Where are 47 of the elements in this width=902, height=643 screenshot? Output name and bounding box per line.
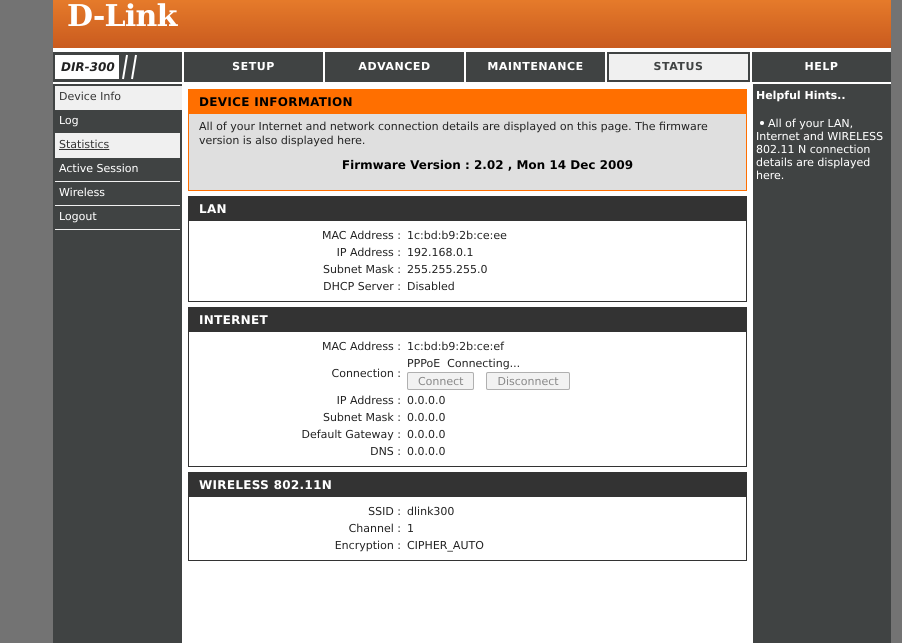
field-label: MAC Address :	[322, 228, 401, 244]
field-value: 1	[407, 521, 414, 537]
section-title: WIRELESS 802.11N	[189, 473, 746, 497]
field-label: DHCP Server :	[323, 279, 401, 295]
field-label: Connection :	[332, 366, 401, 382]
nav-tab[interactable]: STATUS	[607, 52, 750, 82]
field-value: 1c:bd:b9:2b:ce:ee	[407, 228, 507, 244]
field-label: Subnet Mask :	[322, 262, 401, 278]
field-label: Subnet Mask :	[322, 410, 401, 426]
field-value: PPPoE Connecting...	[407, 356, 522, 372]
sidebar-item[interactable]: Statistics	[55, 134, 180, 158]
field-label: Encryption :	[334, 538, 401, 554]
field-value: 0.0.0.0	[407, 410, 446, 426]
field-value: 255.255.255.0	[407, 262, 488, 278]
field-label: IP Address :	[336, 393, 401, 409]
slash-icon	[121, 54, 139, 80]
nav-tab[interactable]: SETUP	[184, 52, 323, 82]
section-title: LAN	[189, 197, 746, 221]
sidebar-item[interactable]: Logout	[55, 206, 180, 230]
field-value: 1c:bd:b9:2b:ce:ef	[407, 339, 504, 355]
field-label: Channel :	[348, 521, 401, 537]
help-hint: All of your LAN, Internet and WIRELESS 802.11 N connection details are displayed here.	[756, 116, 884, 182]
sidebar-item[interactable]: Active Session	[55, 158, 180, 182]
description: All of your Internet and network connection details are displayed on this page. The firmware version is also displayed here.	[199, 120, 709, 148]
field-value: 0.0.0.0	[407, 393, 446, 409]
field-label: IP Address :	[336, 245, 401, 261]
field-label: SSID :	[368, 504, 401, 520]
field-value: Disabled	[407, 279, 455, 295]
nav-tab[interactable]: HELP	[752, 52, 891, 82]
model-name: DIR-300	[55, 55, 119, 79]
sidebar-item[interactable]: Wireless	[55, 182, 180, 206]
field-value: dlink300	[407, 504, 454, 520]
field-label: DNS :	[370, 444, 401, 460]
field-value: 192.168.0.1	[407, 245, 474, 261]
field-value: 0.0.0.0	[407, 444, 446, 460]
logo: D-Link	[67, 2, 177, 32]
section-title: INTERNET	[189, 308, 746, 332]
sidebar-item[interactable]: Device Info	[55, 86, 182, 110]
field-value: CIPHER_AUTO	[407, 538, 484, 554]
field-label: MAC Address :	[322, 339, 401, 355]
nav-tab[interactable]: ADVANCED	[325, 52, 464, 82]
help-title: Helpful Hints..	[756, 88, 846, 104]
field-label: Default Gateway :	[302, 427, 401, 443]
field-value: 0.0.0.0	[407, 427, 446, 443]
firmware-version: Firmware Version : 2.02 , Mon 14 Dec 2009	[340, 157, 634, 174]
nav-tab[interactable]: MAINTENANCE	[466, 52, 605, 82]
panel-title: DEVICE INFORMATION	[189, 90, 746, 114]
